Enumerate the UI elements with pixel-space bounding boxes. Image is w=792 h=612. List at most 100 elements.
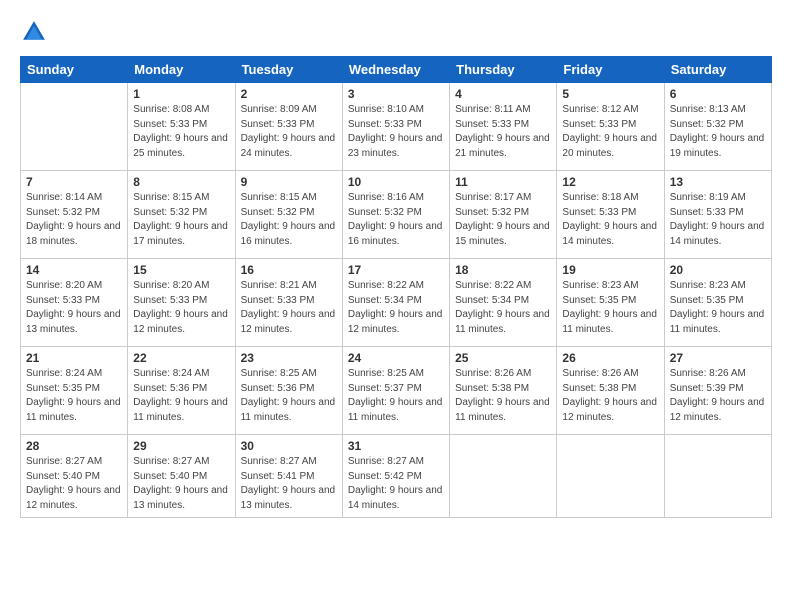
day-cell-7: 7 Sunrise: 8:14 AM Sunset: 5:32 PM Dayli…	[21, 171, 128, 259]
day-info: Sunrise: 8:19 AM Sunset: 5:33 PM Dayligh…	[670, 191, 766, 249]
day-cell-15: 15 Sunrise: 8:20 AM Sunset: 5:33 PM Dayl…	[128, 259, 235, 347]
day-cell-19: 19 Sunrise: 8:23 AM Sunset: 5:35 PM Dayl…	[557, 259, 664, 347]
day-info: Sunrise: 8:13 AM Sunset: 5:32 PM Dayligh…	[670, 103, 766, 161]
daylight: Daylight: 9 hours and 24 minutes.	[241, 133, 336, 159]
sunset: Sunset: 5:33 PM	[241, 295, 315, 306]
day-cell-29: 29 Sunrise: 8:27 AM Sunset: 5:40 PM Dayl…	[128, 435, 235, 518]
day-info: Sunrise: 8:27 AM Sunset: 5:40 PM Dayligh…	[26, 455, 122, 513]
day-cell-20: 20 Sunrise: 8:23 AM Sunset: 5:35 PM Dayl…	[664, 259, 771, 347]
day-info: Sunrise: 8:24 AM Sunset: 5:35 PM Dayligh…	[26, 367, 122, 425]
day-cell-10: 10 Sunrise: 8:16 AM Sunset: 5:32 PM Dayl…	[342, 171, 449, 259]
day-cell-17: 17 Sunrise: 8:22 AM Sunset: 5:34 PM Dayl…	[342, 259, 449, 347]
sunrise: Sunrise: 8:15 AM	[133, 192, 209, 203]
sunset: Sunset: 5:32 PM	[348, 207, 422, 218]
weekday-header-saturday: Saturday	[664, 57, 771, 83]
day-cell-31: 31 Sunrise: 8:27 AM Sunset: 5:42 PM Dayl…	[342, 435, 449, 518]
day-number: 22	[133, 351, 229, 365]
sunrise: Sunrise: 8:20 AM	[133, 280, 209, 291]
sunset: Sunset: 5:33 PM	[348, 119, 422, 130]
daylight: Daylight: 9 hours and 12 minutes.	[133, 309, 228, 335]
sunrise: Sunrise: 8:13 AM	[670, 104, 746, 115]
header	[20, 18, 772, 46]
weekday-header-sunday: Sunday	[21, 57, 128, 83]
day-cell-25: 25 Sunrise: 8:26 AM Sunset: 5:38 PM Dayl…	[450, 347, 557, 435]
sunrise: Sunrise: 8:24 AM	[133, 368, 209, 379]
sunset: Sunset: 5:33 PM	[133, 295, 207, 306]
sunrise: Sunrise: 8:27 AM	[26, 456, 102, 467]
weekday-header-row: SundayMondayTuesdayWednesdayThursdayFrid…	[21, 57, 772, 83]
day-number: 16	[241, 263, 337, 277]
sunrise: Sunrise: 8:23 AM	[670, 280, 746, 291]
day-info: Sunrise: 8:11 AM Sunset: 5:33 PM Dayligh…	[455, 103, 551, 161]
daylight: Daylight: 9 hours and 12 minutes.	[348, 309, 443, 335]
day-number: 21	[26, 351, 122, 365]
sunset: Sunset: 5:35 PM	[26, 383, 100, 394]
daylight: Daylight: 9 hours and 11 minutes.	[455, 309, 550, 335]
sunrise: Sunrise: 8:27 AM	[133, 456, 209, 467]
week-row-1: 1 Sunrise: 8:08 AM Sunset: 5:33 PM Dayli…	[21, 83, 772, 171]
day-number: 7	[26, 175, 122, 189]
empty-cell	[664, 435, 771, 518]
sunrise: Sunrise: 8:26 AM	[562, 368, 638, 379]
sunrise: Sunrise: 8:27 AM	[241, 456, 317, 467]
calendar-table: SundayMondayTuesdayWednesdayThursdayFrid…	[20, 56, 772, 518]
daylight: Daylight: 9 hours and 18 minutes.	[26, 221, 121, 247]
sunset: Sunset: 5:34 PM	[455, 295, 529, 306]
day-number: 4	[455, 87, 551, 101]
daylight: Daylight: 9 hours and 17 minutes.	[133, 221, 228, 247]
day-number: 10	[348, 175, 444, 189]
day-number: 28	[26, 439, 122, 453]
day-info: Sunrise: 8:16 AM Sunset: 5:32 PM Dayligh…	[348, 191, 444, 249]
day-number: 1	[133, 87, 229, 101]
sunset: Sunset: 5:32 PM	[241, 207, 315, 218]
day-number: 13	[670, 175, 766, 189]
daylight: Daylight: 9 hours and 11 minutes.	[455, 397, 550, 423]
empty-cell	[557, 435, 664, 518]
day-info: Sunrise: 8:26 AM Sunset: 5:38 PM Dayligh…	[562, 367, 658, 425]
sunrise: Sunrise: 8:08 AM	[133, 104, 209, 115]
sunrise: Sunrise: 8:22 AM	[455, 280, 531, 291]
page-container: SundayMondayTuesdayWednesdayThursdayFrid…	[0, 0, 792, 612]
day-number: 6	[670, 87, 766, 101]
day-cell-27: 27 Sunrise: 8:26 AM Sunset: 5:39 PM Dayl…	[664, 347, 771, 435]
daylight: Daylight: 9 hours and 19 minutes.	[670, 133, 765, 159]
day-info: Sunrise: 8:27 AM Sunset: 5:41 PM Dayligh…	[241, 455, 337, 513]
day-info: Sunrise: 8:27 AM Sunset: 5:42 PM Dayligh…	[348, 455, 444, 513]
sunrise: Sunrise: 8:26 AM	[455, 368, 531, 379]
day-cell-4: 4 Sunrise: 8:11 AM Sunset: 5:33 PM Dayli…	[450, 83, 557, 171]
day-number: 19	[562, 263, 658, 277]
sunset: Sunset: 5:36 PM	[241, 383, 315, 394]
sunrise: Sunrise: 8:12 AM	[562, 104, 638, 115]
empty-cell	[450, 435, 557, 518]
day-number: 27	[670, 351, 766, 365]
daylight: Daylight: 9 hours and 11 minutes.	[562, 309, 657, 335]
sunset: Sunset: 5:33 PM	[26, 295, 100, 306]
daylight: Daylight: 9 hours and 20 minutes.	[562, 133, 657, 159]
daylight: Daylight: 9 hours and 13 minutes.	[26, 309, 121, 335]
day-number: 3	[348, 87, 444, 101]
day-info: Sunrise: 8:22 AM Sunset: 5:34 PM Dayligh…	[455, 279, 551, 337]
day-number: 15	[133, 263, 229, 277]
day-info: Sunrise: 8:20 AM Sunset: 5:33 PM Dayligh…	[133, 279, 229, 337]
day-cell-14: 14 Sunrise: 8:20 AM Sunset: 5:33 PM Dayl…	[21, 259, 128, 347]
day-info: Sunrise: 8:15 AM Sunset: 5:32 PM Dayligh…	[133, 191, 229, 249]
day-number: 26	[562, 351, 658, 365]
weekday-header-thursday: Thursday	[450, 57, 557, 83]
daylight: Daylight: 9 hours and 16 minutes.	[241, 221, 336, 247]
sunset: Sunset: 5:35 PM	[562, 295, 636, 306]
weekday-header-tuesday: Tuesday	[235, 57, 342, 83]
sunrise: Sunrise: 8:24 AM	[26, 368, 102, 379]
day-number: 29	[133, 439, 229, 453]
sunset: Sunset: 5:35 PM	[670, 295, 744, 306]
sunset: Sunset: 5:33 PM	[241, 119, 315, 130]
day-number: 8	[133, 175, 229, 189]
week-row-2: 7 Sunrise: 8:14 AM Sunset: 5:32 PM Dayli…	[21, 171, 772, 259]
sunset: Sunset: 5:32 PM	[455, 207, 529, 218]
day-number: 23	[241, 351, 337, 365]
week-row-4: 21 Sunrise: 8:24 AM Sunset: 5:35 PM Dayl…	[21, 347, 772, 435]
day-cell-28: 28 Sunrise: 8:27 AM Sunset: 5:40 PM Dayl…	[21, 435, 128, 518]
day-number: 24	[348, 351, 444, 365]
daylight: Daylight: 9 hours and 16 minutes.	[348, 221, 443, 247]
day-cell-6: 6 Sunrise: 8:13 AM Sunset: 5:32 PM Dayli…	[664, 83, 771, 171]
day-info: Sunrise: 8:17 AM Sunset: 5:32 PM Dayligh…	[455, 191, 551, 249]
